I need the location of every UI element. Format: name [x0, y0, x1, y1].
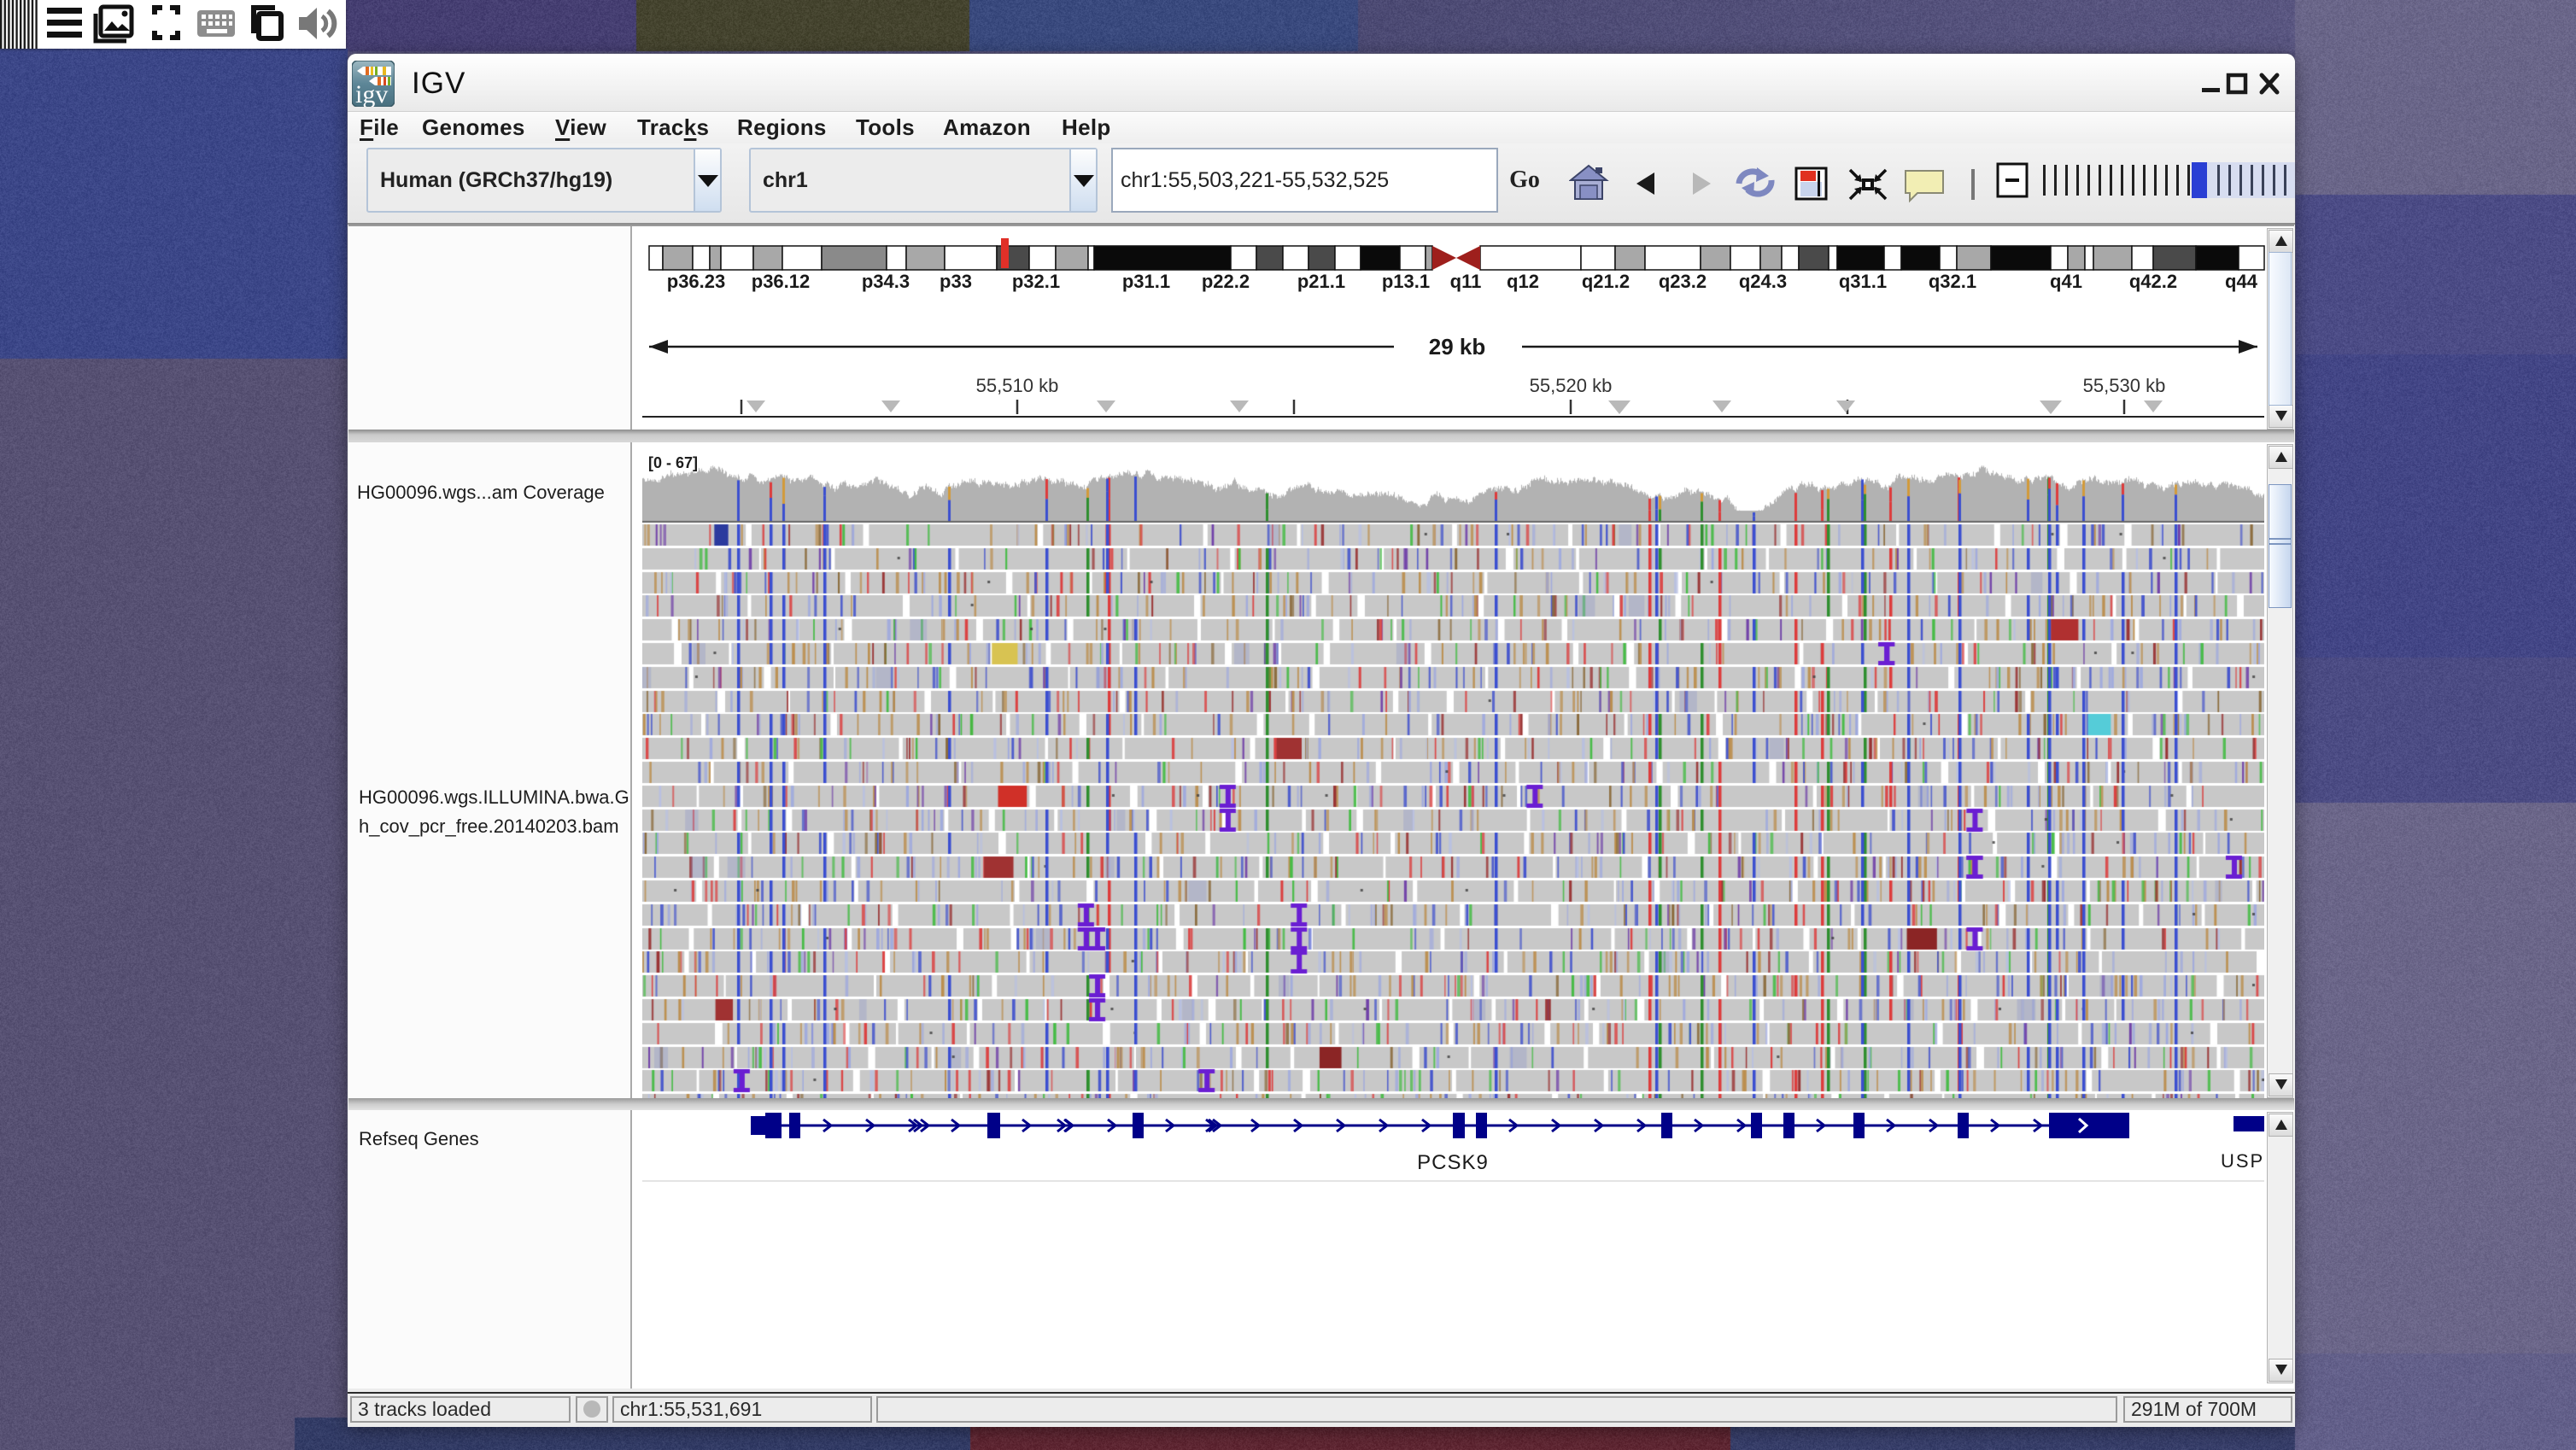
svg-text:q32.1: q32.1 — [1929, 271, 1976, 292]
svg-text:p21.1: p21.1 — [1297, 271, 1345, 292]
svg-text:p33: p33 — [940, 271, 972, 292]
svg-text:p34.3: p34.3 — [862, 271, 910, 292]
svg-text:29 kb: 29 kb — [1429, 334, 1486, 360]
svg-text:q41: q41 — [2050, 271, 2082, 292]
svg-text:q23.2: q23.2 — [1659, 271, 1707, 292]
svg-text:p36.23: p36.23 — [667, 271, 726, 292]
svg-text:55,520 kb: 55,520 kb — [1530, 375, 1613, 396]
svg-text:p31.1: p31.1 — [1122, 271, 1170, 292]
svg-text:55,510 kb: 55,510 kb — [976, 375, 1059, 396]
svg-text:p13.1: p13.1 — [1382, 271, 1430, 292]
svg-text:p36.12: p36.12 — [752, 271, 811, 292]
svg-text:q44: q44 — [2225, 271, 2258, 292]
svg-text:q12: q12 — [1507, 271, 1539, 292]
svg-text:q21.2: q21.2 — [1582, 271, 1630, 292]
svg-text:q24.3: q24.3 — [1739, 271, 1787, 292]
svg-text:q42.2: q42.2 — [2129, 271, 2177, 292]
svg-text:igv: igv — [355, 80, 388, 107]
svg-text:55,530 kb: 55,530 kb — [2083, 375, 2166, 396]
svg-text:q31.1: q31.1 — [1839, 271, 1887, 292]
svg-text:PCSK9: PCSK9 — [1417, 1151, 1489, 1174]
svg-text:q11: q11 — [1450, 271, 1482, 292]
svg-text:USP2: USP2 — [2221, 1150, 2264, 1172]
svg-text:p32.1: p32.1 — [1012, 271, 1060, 292]
svg-text:p22.2: p22.2 — [1202, 271, 1250, 292]
